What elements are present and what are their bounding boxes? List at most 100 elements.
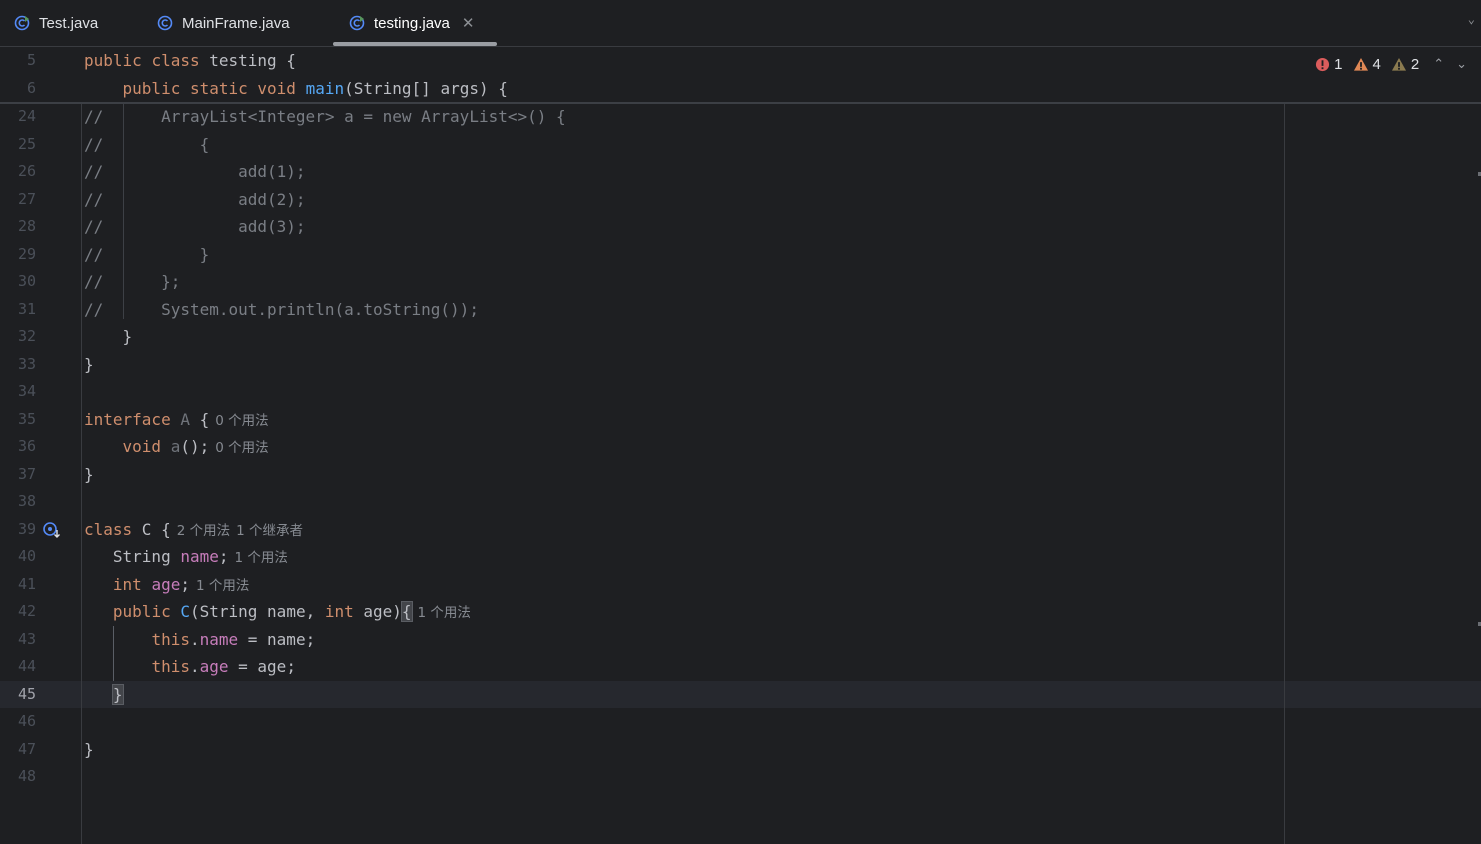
code-text[interactable]: } bbox=[84, 351, 94, 379]
code-line[interactable]: 32 } bbox=[0, 323, 1481, 351]
code-line[interactable]: 43 this.name = name; bbox=[0, 626, 1481, 654]
line-number[interactable]: 33 bbox=[0, 351, 36, 379]
line-number[interactable]: 46 bbox=[0, 708, 36, 736]
code-token: } bbox=[84, 464, 94, 484]
tab-mainframe-java[interactable]: MainFrame.java bbox=[157, 0, 290, 46]
code-line[interactable]: 47} bbox=[0, 736, 1481, 764]
line-number[interactable]: 34 bbox=[0, 378, 36, 406]
line-number[interactable]: 39 bbox=[0, 516, 36, 544]
code-text[interactable]: // ArrayList<Integer> a = new ArrayList<… bbox=[84, 103, 566, 131]
line-number[interactable]: 41 bbox=[0, 571, 36, 599]
tab-testing-java[interactable]: testing.java ✕ bbox=[349, 0, 474, 46]
code-line[interactable]: 28 // add(3); bbox=[0, 213, 1481, 241]
code-line[interactable]: 40 String name; 1 个用法 bbox=[0, 543, 1481, 571]
tab-list-chevron-icon[interactable]: ⌄ bbox=[1468, 12, 1475, 26]
line-number[interactable]: 44 bbox=[0, 653, 36, 681]
code-line[interactable]: 30 // }; bbox=[0, 268, 1481, 296]
code-token: String bbox=[84, 547, 181, 566]
code-line[interactable]: 35 interface A {0 个用法 bbox=[0, 406, 1481, 434]
line-number[interactable]: 35 bbox=[0, 406, 36, 434]
code-text[interactable]: int age; 1 个用法 bbox=[84, 571, 249, 601]
line-number[interactable]: 47 bbox=[0, 736, 36, 764]
code-text[interactable]: void a(); 0 个用法 bbox=[84, 433, 269, 463]
usage-hint[interactable]: 1 个用法 bbox=[235, 550, 288, 566]
code-text[interactable]: // } bbox=[84, 241, 209, 269]
code-text[interactable]: class C {2 个用法 1 个继承者 bbox=[84, 516, 303, 546]
code-token: (String[] args) { bbox=[344, 78, 508, 98]
code-line[interactable]: 29 // } bbox=[0, 241, 1481, 269]
close-tab-icon[interactable]: ✕ bbox=[462, 14, 475, 32]
tab-label: MainFrame.java bbox=[182, 14, 290, 32]
line-number[interactable]: 24 bbox=[0, 103, 36, 131]
usage-hint[interactable]: 2 个用法 bbox=[177, 523, 230, 539]
line-number[interactable]: 42 bbox=[0, 598, 36, 626]
code-line[interactable]: 45 } bbox=[0, 680, 1481, 709]
tab-test-java[interactable]: Test.java bbox=[14, 0, 98, 46]
code-text[interactable]: // add(1); bbox=[84, 158, 306, 186]
code-line[interactable]: 6 public static void main(String[] args)… bbox=[0, 75, 1481, 103]
code-line[interactable]: 46 bbox=[0, 708, 1481, 736]
line-number[interactable]: 48 bbox=[0, 763, 36, 791]
code-line[interactable]: 38 bbox=[0, 488, 1481, 516]
code-line[interactable]: 44 this.age = age; bbox=[0, 653, 1481, 681]
line-number[interactable]: 37 bbox=[0, 461, 36, 489]
code-text[interactable]: // { bbox=[84, 131, 209, 159]
code-text[interactable]: // }; bbox=[84, 268, 180, 296]
line-number[interactable]: 26 bbox=[0, 158, 36, 186]
code-line[interactable]: 41 int age; 1 个用法 bbox=[0, 571, 1481, 599]
code-line[interactable]: 24 // ArrayList<Integer> a = new ArrayLis… bbox=[0, 103, 1481, 131]
code-text[interactable]: this.age = age; bbox=[84, 653, 296, 681]
line-number[interactable]: 36 bbox=[0, 433, 36, 461]
code-line[interactable]: 37} bbox=[0, 461, 1481, 489]
code-text[interactable]: public static void main(String[] args) { bbox=[84, 75, 508, 103]
line-number[interactable]: 30 bbox=[0, 268, 36, 296]
code-line[interactable]: 36 void a(); 0 个用法 bbox=[0, 433, 1481, 461]
line-number[interactable]: 28 bbox=[0, 213, 36, 241]
usage-hint[interactable]: 0 个用法 bbox=[215, 440, 268, 456]
line-number[interactable]: 5 bbox=[0, 47, 36, 75]
code-text[interactable]: } bbox=[84, 681, 124, 709]
code-line[interactable]: 48 bbox=[0, 763, 1481, 791]
code-text[interactable]: interface A {0 个用法 bbox=[84, 406, 269, 436]
usage-hint[interactable]: 1 个用法 bbox=[418, 605, 471, 621]
line-number[interactable]: 40 bbox=[0, 543, 36, 571]
code-line[interactable]: 5 public class testing { bbox=[0, 47, 1481, 75]
code-line[interactable]: 34 bbox=[0, 378, 1481, 406]
code-line[interactable]: 25 // { bbox=[0, 131, 1481, 159]
code-text[interactable]: // add(2); bbox=[84, 186, 306, 214]
line-number[interactable]: 6 bbox=[0, 75, 36, 103]
usage-hint[interactable]: 1 个继承者 bbox=[236, 523, 303, 539]
code-text[interactable]: public class testing { bbox=[84, 47, 296, 75]
line-number[interactable]: 32 bbox=[0, 323, 36, 351]
usage-hint[interactable]: 0 个用法 bbox=[215, 413, 268, 429]
line-number[interactable]: 38 bbox=[0, 488, 36, 516]
code-line[interactable]: 39 class C {2 个用法 1 个继承者 bbox=[0, 516, 1481, 544]
code-text[interactable]: // add(3); bbox=[84, 213, 306, 241]
code-text[interactable]: // System.out.println(a.toString()); bbox=[84, 296, 479, 324]
code-text[interactable]: this.name = name; bbox=[84, 626, 315, 654]
code-text[interactable]: String name; 1 个用法 bbox=[84, 543, 288, 573]
implemented-icon[interactable] bbox=[42, 521, 62, 539]
code-line[interactable]: 27 // add(2); bbox=[0, 186, 1481, 214]
code-token: // }; bbox=[84, 272, 181, 291]
code-line[interactable]: 42 public C(String name, int age){1 个用法 bbox=[0, 598, 1481, 626]
line-number[interactable]: 31 bbox=[0, 296, 36, 324]
line-number[interactable]: 29 bbox=[0, 241, 36, 269]
code-line[interactable]: 33} bbox=[0, 351, 1481, 379]
code-text[interactable]: } bbox=[84, 323, 133, 351]
code-token: . bbox=[189, 629, 200, 649]
code-text[interactable]: } bbox=[84, 461, 94, 489]
code-token: this bbox=[151, 629, 190, 649]
line-number[interactable]: 25 bbox=[0, 131, 36, 159]
line-number[interactable]: 45 bbox=[0, 681, 36, 709]
usage-hint[interactable]: 1 个用法 bbox=[196, 578, 249, 594]
line-number[interactable]: 43 bbox=[0, 626, 36, 654]
indent-guide bbox=[123, 104, 124, 319]
code-text[interactable]: public C(String name, int age){1 个用法 bbox=[84, 598, 471, 628]
code-text[interactable]: } bbox=[84, 736, 94, 764]
code-line[interactable]: 26 // add(1); bbox=[0, 158, 1481, 186]
line-number[interactable]: 27 bbox=[0, 186, 36, 214]
code-line[interactable]: 31 // System.out.println(a.toString()); bbox=[0, 296, 1481, 324]
